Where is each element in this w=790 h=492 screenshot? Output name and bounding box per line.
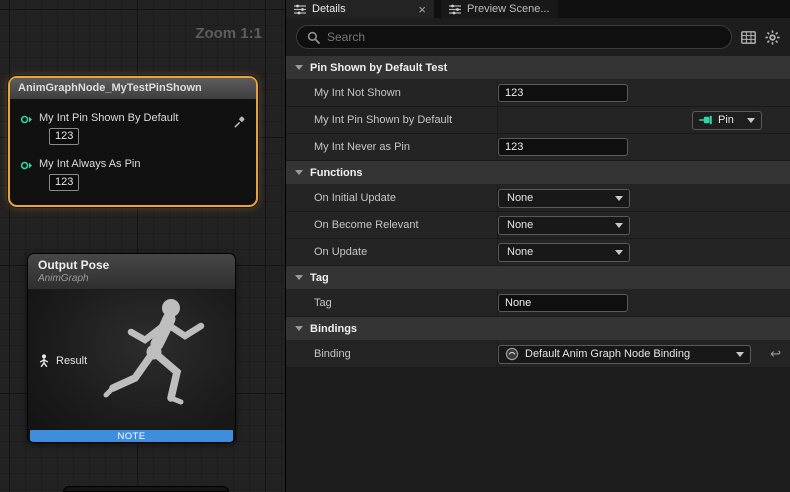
property-label: Tag: [286, 290, 498, 316]
search-box[interactable]: [296, 25, 732, 49]
chevron-down-icon: [615, 196, 623, 201]
pin-label: My Int Always As Pin: [39, 158, 140, 170]
dropdown-on-become-relevant[interactable]: None: [498, 216, 630, 235]
pushpin-icon[interactable]: [234, 116, 246, 128]
dropdown-value: None: [507, 246, 533, 258]
partially-visible-node[interactable]: [63, 486, 229, 492]
dropdown-value: Pin: [718, 114, 734, 126]
property-label: My Int Pin Shown by Default: [286, 107, 498, 133]
pin-label: My Int Pin Shown By Default: [39, 112, 178, 124]
property-value: [498, 80, 790, 106]
pin-content: My Int Always As Pin 123: [39, 158, 140, 191]
property-value: None: [498, 239, 790, 265]
pin-row: My Int Always As Pin 123: [10, 145, 256, 191]
section-header-pin-shown-by-default-test[interactable]: Pin Shown by Default Test: [286, 56, 790, 80]
property-value: None: [498, 212, 790, 238]
details-panel: Details × Preview Scene... Pin Shown by …: [285, 0, 790, 492]
node-subtitle: AnimGraph: [38, 273, 225, 284]
result-pin-label: Result: [56, 355, 87, 367]
text-input-my-int-never-as-pin[interactable]: [498, 138, 628, 156]
property-label: My Int Never as Pin: [286, 134, 498, 160]
node-title: Output Pose: [38, 258, 225, 272]
int-pin-icon[interactable]: [20, 113, 33, 126]
preview-scene-tab-icon: [449, 4, 461, 15]
property-label: On Update: [286, 239, 498, 265]
section-title: Tag: [310, 272, 329, 284]
text-input-tag[interactable]: [498, 294, 628, 312]
chevron-down-icon: [295, 275, 303, 280]
tab-label: Preview Scene...: [467, 3, 550, 15]
property-label: On Become Relevant: [286, 212, 498, 238]
property-value: [498, 134, 790, 160]
node-title[interactable]: AnimGraphNode_MyTestPinShown: [10, 78, 256, 99]
chevron-down-icon: [295, 170, 303, 175]
result-pin[interactable]: Result: [38, 354, 87, 367]
zoom-level-label: Zoom 1:1: [195, 25, 262, 42]
chevron-down-icon: [295, 65, 303, 70]
pin-row: My Int Pin Shown By Default 123: [10, 99, 256, 145]
property-value: [498, 290, 790, 316]
mannequin-preview-image: [93, 292, 233, 443]
display-options-icon[interactable]: [741, 31, 756, 44]
node-header[interactable]: Output Pose AnimGraph: [28, 254, 235, 290]
property-row-on-become-relevant: On Become Relevant None: [286, 212, 790, 239]
chevron-down-icon: [615, 250, 623, 255]
chevron-down-icon: [615, 223, 623, 228]
property-row-binding: Binding Default Anim Graph Node Binding ↩: [286, 341, 790, 368]
tab-label: Details: [312, 3, 346, 15]
details-tab-icon: [294, 4, 306, 15]
pin-default-value[interactable]: 123: [49, 174, 79, 191]
pose-pin-icon[interactable]: [38, 354, 50, 367]
search-row: [286, 18, 790, 56]
chevron-down-icon: [747, 118, 755, 123]
dropdown-on-update[interactable]: None: [498, 243, 630, 262]
property-sections: Pin Shown by Default Test My Int Not Show…: [286, 56, 790, 368]
search-icon: [307, 31, 320, 44]
property-row-my-int-never-as-pin: My Int Never as Pin: [286, 134, 790, 161]
tab-details[interactable]: Details ×: [286, 0, 434, 18]
close-icon[interactable]: ×: [418, 3, 426, 16]
section-header-functions[interactable]: Functions: [286, 161, 790, 185]
pin-visibility-dropdown[interactable]: Pin: [692, 111, 762, 130]
dropdown-value: None: [507, 192, 533, 204]
gear-icon[interactable]: [765, 30, 780, 45]
tab-preview-scene[interactable]: Preview Scene...: [441, 0, 558, 18]
chevron-down-icon: [295, 326, 303, 331]
graph-node-output-pose[interactable]: Output Pose AnimGraph Result NOTE: [27, 253, 236, 443]
chevron-down-icon: [736, 352, 744, 357]
bind-revert-icon[interactable]: ↩: [770, 346, 781, 362]
section-title: Functions: [310, 167, 363, 179]
section-title: Bindings: [310, 323, 357, 335]
pin-default-value[interactable]: 123: [49, 128, 79, 145]
property-value: Default Anim Graph Node Binding ↩: [498, 341, 790, 367]
note-banner[interactable]: NOTE: [30, 430, 233, 442]
section-header-tag[interactable]: Tag: [286, 266, 790, 290]
int-pin-icon[interactable]: [20, 159, 33, 172]
node-preview-body: Result NOTE: [28, 290, 235, 443]
pin-icon: [699, 115, 713, 125]
dropdown-value: None: [507, 219, 533, 231]
graph-node-test-pin-shown[interactable]: AnimGraphNode_MyTestPinShown My Int Pin …: [8, 76, 258, 207]
property-row-on-initial-update: On Initial Update None: [286, 185, 790, 212]
property-label: On Initial Update: [286, 185, 498, 211]
dropdown-on-initial-update[interactable]: None: [498, 189, 630, 208]
tab-bar: Details × Preview Scene...: [286, 0, 790, 18]
anim-graph-canvas[interactable]: Zoom 1:1 AnimGraphNode_MyTestPinShown My…: [0, 0, 285, 492]
property-label: Binding: [286, 341, 498, 367]
binding-class-icon: [505, 347, 519, 361]
property-row-tag: Tag: [286, 290, 790, 317]
property-row-on-update: On Update None: [286, 239, 790, 266]
section-header-bindings[interactable]: Bindings: [286, 317, 790, 341]
dropdown-value: Default Anim Graph Node Binding: [525, 348, 690, 360]
property-value: None: [498, 185, 790, 211]
text-input-my-int-not-shown[interactable]: [498, 84, 628, 102]
property-row-my-int-pin-shown-by-default: My Int Pin Shown by Default Pin: [286, 107, 790, 134]
search-input[interactable]: [327, 30, 721, 44]
property-label: My Int Not Shown: [286, 80, 498, 106]
property-value: Pin: [498, 107, 790, 133]
pin-content: My Int Pin Shown By Default 123: [39, 112, 178, 145]
binding-dropdown[interactable]: Default Anim Graph Node Binding: [498, 345, 751, 364]
property-row-my-int-not-shown: My Int Not Shown: [286, 80, 790, 107]
section-title: Pin Shown by Default Test: [310, 62, 447, 74]
